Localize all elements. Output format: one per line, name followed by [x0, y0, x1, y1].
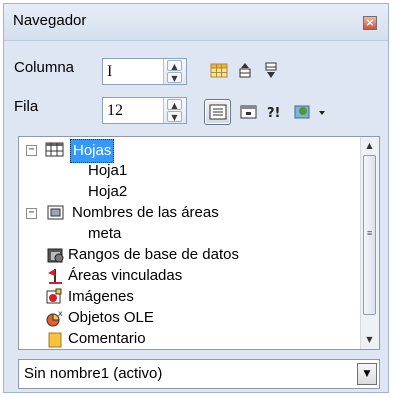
toggle-icon: [240, 105, 257, 119]
tree-item-sheet[interactable]: Hoja1: [88, 160, 127, 182]
toggle-button[interactable]: [237, 100, 261, 124]
end-icon: [265, 62, 277, 78]
content-icon: [209, 104, 227, 120]
drag-mode-icon: [294, 105, 325, 119]
close-icon: ×: [365, 16, 375, 29]
collapse-icon[interactable]: −: [26, 208, 37, 219]
tree-item-label: Áreas vinculadas: [68, 267, 183, 284]
row-input[interactable]: [103, 98, 159, 123]
tree-item-images[interactable]: Imágenes: [19, 286, 359, 308]
tree-item-sheets[interactable]: − Hojas: [19, 139, 359, 163]
drag-mode-button[interactable]: [291, 100, 329, 124]
navigator-tree[interactable]: − Hojas Hoja1 Hoja2 − Nombres de las áre…: [18, 136, 380, 350]
tree-item-label: Objetos OLE: [68, 309, 154, 326]
tree-item-label: Hoja1: [88, 162, 128, 179]
row-spinbox[interactable]: ▲ ▼: [102, 97, 187, 124]
row-spin-buttons[interactable]: ▲ ▼: [163, 98, 186, 123]
spin-down-icon[interactable]: ▼: [167, 72, 182, 83]
tree-item-range-names[interactable]: − Nombres de las áreas: [19, 202, 359, 224]
document-select[interactable]: Sin nombre1 (activo) ▼: [18, 359, 380, 389]
tree-item-comments[interactable]: Comentario: [19, 328, 359, 349]
tree-item-label: Hoja2: [88, 183, 128, 200]
column-input[interactable]: [103, 59, 159, 84]
row-label: Fila: [14, 98, 39, 115]
scenarios-icon: ?!: [267, 106, 280, 121]
column-spin-buttons[interactable]: ▲ ▼: [163, 59, 186, 84]
ole-objects-icon: x: [46, 309, 63, 327]
collapse-icon[interactable]: −: [26, 145, 37, 156]
navigator-window: Navegador × Columna ▲ ▼: [3, 3, 389, 393]
images-icon: [46, 288, 62, 304]
range-names-icon: [47, 205, 64, 220]
grip-icon: ≡: [367, 228, 373, 238]
tree-item-label: meta: [88, 225, 122, 242]
title-bar[interactable]: Navegador ×: [4, 4, 388, 41]
tree-scrollbar[interactable]: ▲ ≡ ▼: [360, 137, 379, 349]
start-icon: [239, 63, 251, 78]
tree-item-label: Rangos de base de datos: [68, 246, 239, 263]
end-button[interactable]: [259, 59, 283, 83]
sheets-icon: [45, 142, 64, 157]
tree-item-label: Comentario: [68, 330, 146, 347]
close-button[interactable]: ×: [363, 16, 377, 30]
spin-up-icon[interactable]: ▲: [167, 60, 182, 71]
column-label: Columna: [14, 59, 75, 76]
tree-item-sheet[interactable]: Hoja2: [88, 181, 127, 203]
scroll-up-icon[interactable]: ▲: [361, 138, 378, 154]
spin-up-icon[interactable]: ▲: [167, 99, 182, 110]
navigator-panel: Columna ▲ ▼ Fila: [4, 41, 388, 392]
database-range-icon: [47, 248, 64, 263]
svg-text:?!: ?!: [267, 106, 280, 121]
svg-text:x: x: [58, 309, 63, 318]
chevron-down-icon[interactable]: ▼: [357, 363, 377, 385]
scroll-down-icon[interactable]: ▼: [361, 332, 378, 348]
spin-down-icon[interactable]: ▼: [167, 111, 182, 122]
tree-item-linked-areas[interactable]: Áreas vinculadas: [19, 265, 359, 287]
tree-item-label: Nombres de las áreas: [72, 204, 219, 221]
start-button[interactable]: [233, 59, 257, 83]
content-toggle-button[interactable]: [204, 99, 231, 125]
scenarios-button[interactable]: ?!: [264, 100, 288, 124]
scrollbar-thumb[interactable]: ≡: [363, 155, 376, 315]
tree-item-database-ranges[interactable]: Rangos de base de datos: [19, 244, 359, 266]
comment-icon: [48, 332, 62, 348]
tree-item-range-name[interactable]: meta: [88, 223, 121, 245]
linked-area-icon: [48, 269, 62, 284]
data-range-icon: [210, 63, 228, 78]
window-title: Navegador: [13, 12, 87, 29]
data-range-button[interactable]: [207, 59, 231, 83]
tree-item-label: Imágenes: [68, 288, 134, 305]
document-select-value: Sin nombre1 (activo): [24, 365, 163, 382]
column-spinbox[interactable]: ▲ ▼: [102, 58, 187, 85]
tree-item-ole-objects[interactable]: x Objetos OLE: [19, 307, 359, 329]
